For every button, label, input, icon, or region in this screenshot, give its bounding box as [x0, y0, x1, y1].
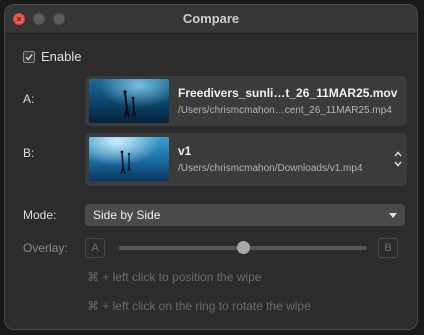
mode-label: Mode:	[23, 208, 57, 222]
hint-rotate-wipe: ⌘ + left click on the ring to rotate the…	[87, 299, 311, 313]
source-b-thumbnail	[89, 137, 169, 181]
compare-window: Compare Enable A: Freedivers_sunli…t_26_…	[4, 4, 418, 330]
source-b-path: /Users/chrismcmahon/Downloads/v1.mp4	[178, 163, 363, 174]
source-a-path: /Users/chrismcmahon…cent_26_11MAR25.mp4	[178, 105, 392, 116]
source-a-thumbnail	[89, 79, 169, 123]
chevron-down-icon	[389, 213, 397, 218]
overlay-b-button[interactable]: B	[378, 238, 398, 258]
overlay-slider-knob[interactable]	[236, 241, 250, 254]
source-b-label: B:	[23, 146, 35, 160]
source-b-filename: v1	[178, 144, 192, 158]
window-title: Compare	[182, 11, 240, 26]
checkmark-icon	[25, 53, 33, 60]
source-a-label: A:	[23, 92, 35, 106]
enable-checkbox[interactable]	[23, 50, 35, 63]
source-a-box[interactable]: Freedivers_sunli…t_26_11MAR25.mov /Users…	[85, 76, 407, 126]
source-a-filename: Freedivers_sunli…t_26_11MAR25.mov	[178, 86, 398, 100]
hint-position-wipe: ⌘ + left click to position the wipe	[87, 270, 262, 284]
title-bar: Compare	[5, 5, 417, 34]
underwater-thumbnail-image	[89, 79, 169, 123]
overlay-a-button[interactable]: A	[85, 238, 105, 258]
mode-select[interactable]: Side by Side	[85, 204, 405, 226]
enable-row: Enable	[23, 49, 81, 64]
overlay-label: Overlay:	[23, 241, 68, 255]
underwater-thumbnail-image	[89, 137, 169, 181]
mode-value: Side by Side	[93, 208, 161, 222]
source-b-chevron-updown-icon[interactable]	[393, 148, 403, 170]
source-b-box[interactable]: v1 /Users/chrismcmahon/Downloads/v1.mp4	[85, 133, 407, 186]
enable-label: Enable	[41, 49, 82, 64]
